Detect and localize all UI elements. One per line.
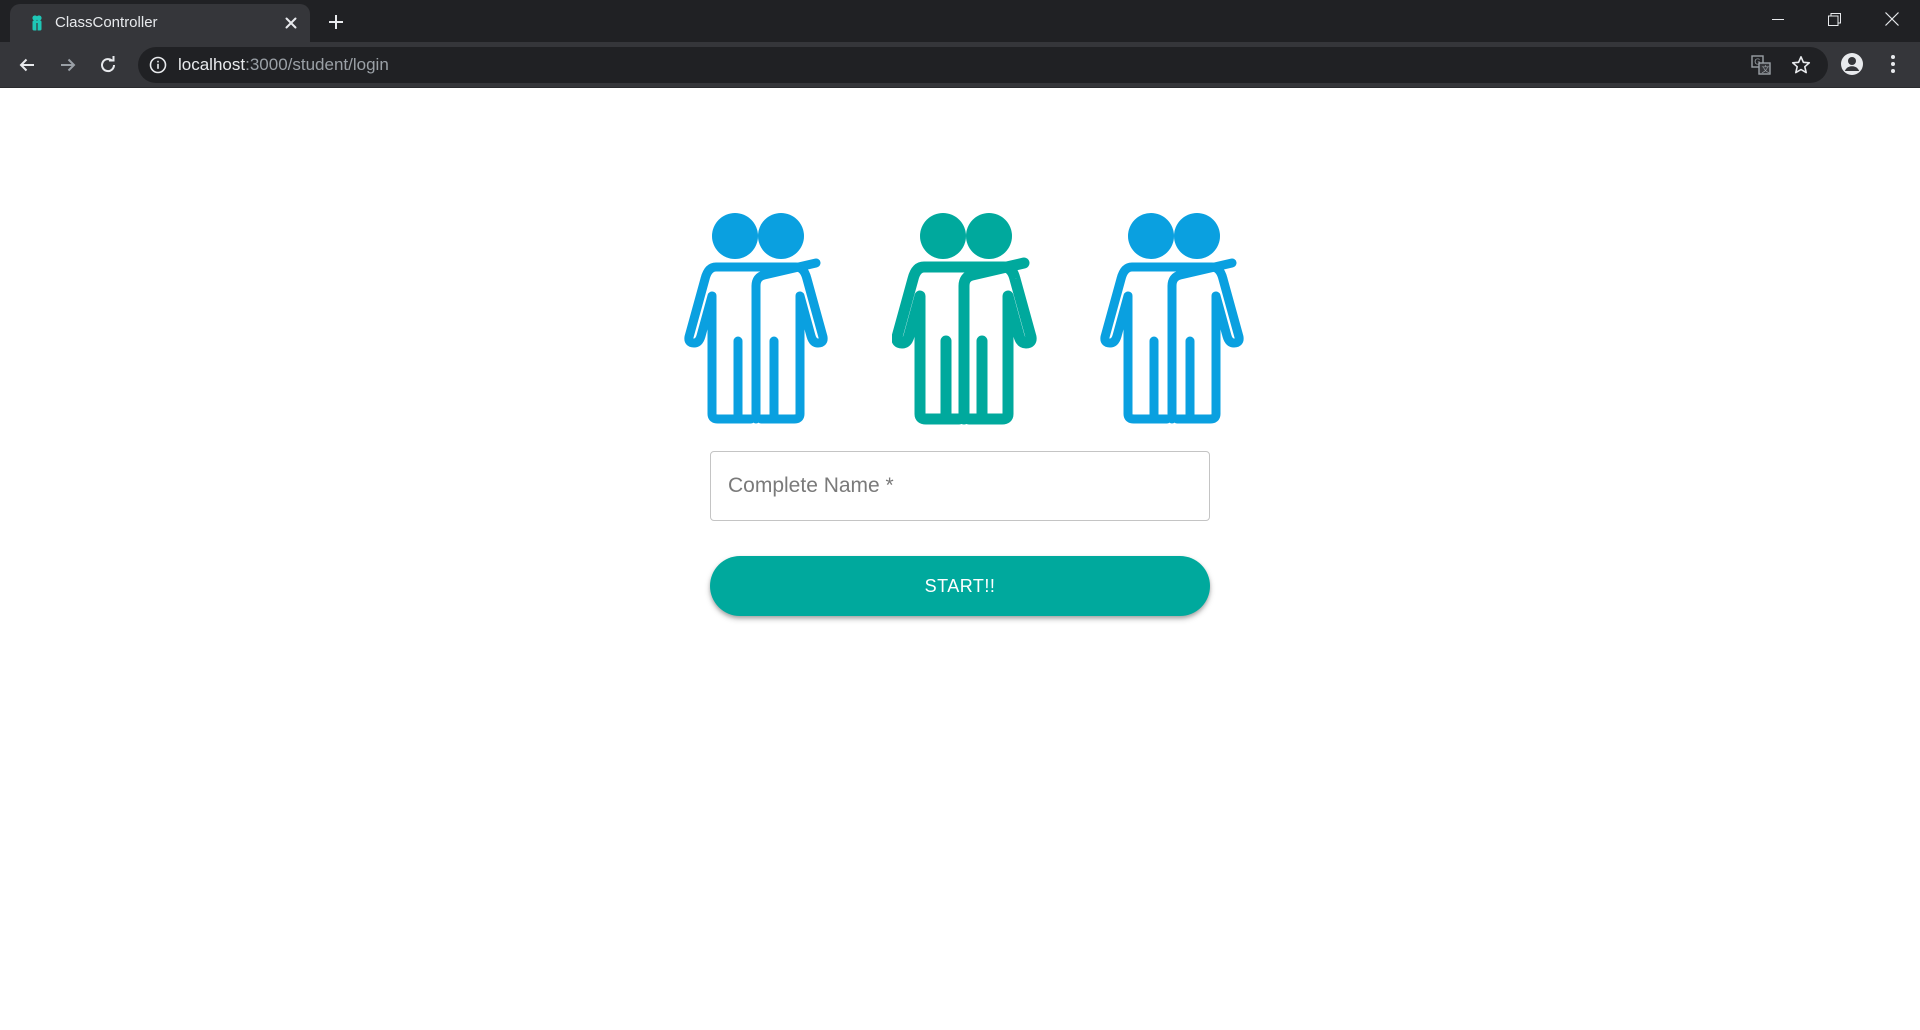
- url-host: localhost: [178, 55, 246, 74]
- friends-icon: [892, 213, 1037, 425]
- restore-icon[interactable]: [1806, 0, 1863, 38]
- close-window-icon[interactable]: [1863, 0, 1920, 38]
- svg-text:文: 文: [1762, 64, 1770, 74]
- account-icon[interactable]: [1839, 51, 1865, 77]
- student-login-page: START!!: [0, 89, 1920, 1030]
- browser-tab[interactable]: ClassController: [10, 4, 310, 42]
- browser-titlebar: ClassController: [0, 0, 1920, 42]
- info-icon[interactable]: [149, 56, 167, 74]
- window-controls: [1749, 0, 1920, 38]
- browser-toolbar: localhost:3000/student/login G 文: [0, 42, 1920, 88]
- forward-arrow-icon[interactable]: [52, 49, 84, 81]
- friends-logo: [684, 211, 1250, 427]
- classcontroller-favicon: [32, 15, 42, 31]
- url-path: :3000/student/login: [245, 55, 389, 74]
- reload-icon[interactable]: [92, 49, 124, 81]
- tab-title: ClassController: [55, 14, 158, 31]
- close-tab-icon[interactable]: [280, 12, 302, 34]
- friends-icon: [1100, 213, 1244, 424]
- more-vert-icon[interactable]: [1880, 51, 1906, 77]
- new-tab-plus-icon[interactable]: [323, 9, 349, 35]
- complete-name-input[interactable]: [711, 452, 1209, 520]
- friends-icon: [684, 213, 828, 424]
- svg-text:G: G: [1754, 58, 1760, 67]
- url-text[interactable]: localhost:3000/student/login: [178, 55, 389, 75]
- address-bar[interactable]: localhost:3000/student/login G 文: [138, 47, 1828, 83]
- star-icon[interactable]: [1791, 55, 1811, 75]
- back-arrow-icon[interactable]: [11, 49, 43, 81]
- complete-name-field[interactable]: [710, 451, 1210, 521]
- translate-icon[interactable]: G 文: [1751, 55, 1771, 75]
- minimize-icon[interactable]: [1749, 0, 1806, 38]
- start-button[interactable]: START!!: [710, 556, 1210, 616]
